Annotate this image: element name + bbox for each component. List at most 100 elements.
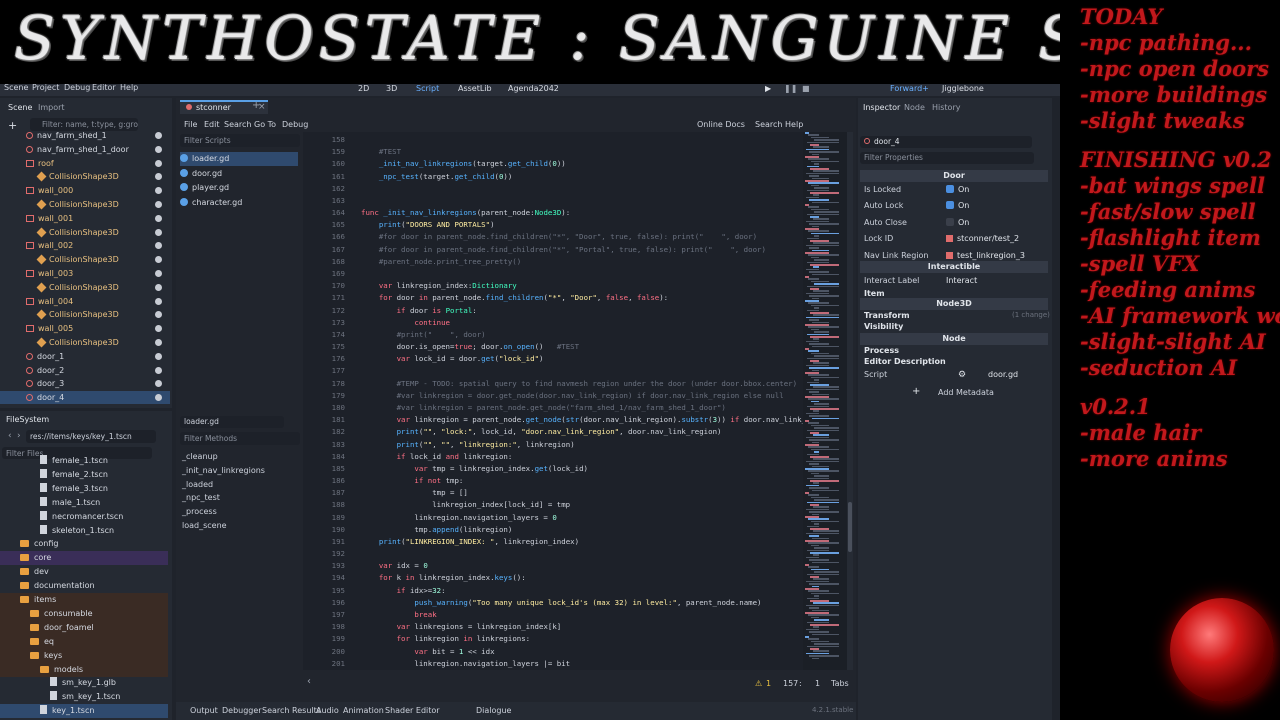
scene-tree-row[interactable]: CollisionShape3D [0,308,170,321]
scene-tree-row[interactable]: door_3 [0,377,170,390]
visibility-eye-icon[interactable] [155,366,162,374]
bottom-tab-animation[interactable]: Animation [343,706,384,715]
tab-filesystem[interactable]: FileSystem [6,415,49,424]
visibility-eye-icon[interactable] [155,352,162,360]
file-tree-row[interactable]: sm_key_1.tscn [0,690,168,704]
script-menu-edit[interactable]: Edit [204,120,220,129]
back-arrow-icon[interactable]: ‹ [8,431,12,441]
visibility-eye-icon[interactable] [155,173,162,181]
prop-auto-close[interactable]: Auto Close On [860,215,1048,231]
scene-tree-row[interactable]: door_2 [0,364,170,377]
bottom-tab-output[interactable]: Output [190,706,218,715]
workspace-assetlib[interactable]: AssetLib [458,84,492,93]
tab-node[interactable]: Node [904,103,925,112]
checkbox-icon[interactable] [946,217,954,226]
section-door[interactable]: Door [860,170,1048,182]
script-menu-file[interactable]: File [184,120,197,129]
scene-tree-row[interactable]: roof [0,157,170,170]
visibility-eye-icon[interactable] [155,311,162,319]
section-interactible[interactable]: Interactible [860,261,1048,273]
script-list-item[interactable]: character.gd [180,196,298,210]
script-menu-search[interactable]: Search [224,120,251,129]
online-docs-link[interactable]: Online Docs [697,120,745,129]
visibility-eye-icon[interactable] [155,297,162,305]
visibility-eye-icon[interactable] [155,145,162,153]
prop-interact-label[interactable]: Interact Label Interact [860,273,1048,289]
prop-script[interactable]: Script ⚙ door.gd [860,367,1048,383]
method-list-item[interactable]: _init_nav_linkregions [182,464,265,478]
scene-tree-row[interactable]: wall_001 [0,212,170,225]
visibility-eye-icon[interactable] [155,394,162,402]
file-tree-row[interactable]: female_1.tscn [0,454,168,468]
file-tree-row[interactable]: documentation [0,579,168,593]
scene-tree-row[interactable]: wall_002 [0,239,170,252]
visibility-eye-icon[interactable] [155,325,162,333]
play-icon[interactable]: ▶ [765,84,771,93]
visibility-eye-icon[interactable] [155,201,162,208]
method-list-item[interactable]: _npc_test [182,491,220,505]
prop-auto-lock[interactable]: Auto Lock On [860,198,1048,214]
file-tree-row[interactable]: models [0,662,168,677]
visibility-eye-icon[interactable] [155,242,162,250]
scene-tree-row[interactable]: nav_farm_shed_1 [0,129,170,142]
file-tree-row[interactable]: male_1.tscn [0,496,168,510]
add-metadata-button[interactable]: + Add Metadata [912,386,1000,400]
scrollbar-thumb[interactable] [848,502,852,552]
bottom-tab-audio[interactable]: Audio [316,706,339,715]
tab-history[interactable]: History [932,103,960,112]
scene-tree-row[interactable]: CollisionShape3D [0,226,170,239]
workspace-agenda[interactable]: Agenda2042 [508,84,559,93]
method-list-item[interactable]: _process [182,505,217,519]
file-tree-row[interactable]: female_3.tscn [0,482,168,496]
scene-tree-row[interactable]: wall_003 [0,267,170,280]
workspace-3d[interactable]: 3D [386,84,397,93]
group-transform[interactable]: Transform [864,311,910,320]
user-label[interactable]: Jigglebone [942,84,984,93]
visibility-eye-icon[interactable] [155,132,162,139]
workspace-script[interactable]: Script [416,84,439,93]
bottom-tab-search-results[interactable]: Search Results [262,706,321,715]
forward-arrow-icon[interactable]: › [17,431,21,441]
code-scrollbar[interactable] [847,132,853,670]
workspace-2d[interactable]: 2D [358,84,369,93]
visibility-eye-icon[interactable] [155,339,162,346]
scene-tree-row[interactable]: nav_farm_shed_1_door [0,143,170,156]
filter-methods-input[interactable]: Filter Methods [180,432,300,445]
bottom-tab-dialogue[interactable]: Dialogue [476,706,511,715]
scene-tree-row[interactable]: CollisionShape3D [0,170,170,183]
filter-scripts-input[interactable]: Filter Scripts [180,134,300,147]
group-visibility[interactable]: Visibility [864,322,903,331]
file-tree-row[interactable]: sm_key_1.glb [0,676,168,690]
method-list-item[interactable]: _loaded [182,478,213,492]
visibility-eye-icon[interactable] [155,187,162,195]
file-tree-row[interactable]: dev [0,565,168,579]
scene-tree-row[interactable]: wall_005 [0,322,170,335]
code-editor[interactable]: 158 159 #TEST 160 _init_nav_linkregions(ta… [303,132,803,670]
object-selector[interactable]: door_4 [860,136,1032,148]
menu-project[interactable]: Project [32,83,59,92]
menu-debug[interactable]: Debug [64,83,90,92]
menu-scene[interactable]: Scene [4,83,28,92]
scene-tree-row[interactable]: wall_004 [0,295,170,308]
path-field[interactable]: res://items/keys/key_1.tscn [26,430,156,443]
method-list-item[interactable]: _cleanup [182,450,218,464]
visibility-eye-icon[interactable] [155,159,162,167]
new-tab-icon[interactable]: + [252,100,260,111]
file-tree-row[interactable]: core [0,551,168,566]
group-item[interactable]: Item [864,289,885,298]
prop-lock-id[interactable]: Lock ID stconner/test_2 [860,231,1048,247]
scene-tree-row[interactable]: door_1 [0,350,170,363]
collapse-arrow-icon[interactable]: ‹ [307,676,311,687]
file-tree-row[interactable]: female_2.tscn [0,468,168,482]
visibility-eye-icon[interactable] [155,214,162,222]
group-process[interactable]: Process [864,346,899,355]
section-node[interactable]: Node [860,333,1048,345]
file-tree-row[interactable]: consumable [0,606,168,621]
stop-icon[interactable]: ■ [802,84,810,93]
bottom-tab-debugger[interactable]: Debugger [222,706,262,715]
scene-tree-row[interactable]: CollisionShape3D [0,281,170,294]
scene-tree-row[interactable]: CollisionShape3D [0,336,170,349]
scene-tree-row[interactable]: CollisionShape3D [0,253,170,266]
script-menu-debug[interactable]: Debug [282,120,308,129]
visibility-eye-icon[interactable] [155,270,162,277]
